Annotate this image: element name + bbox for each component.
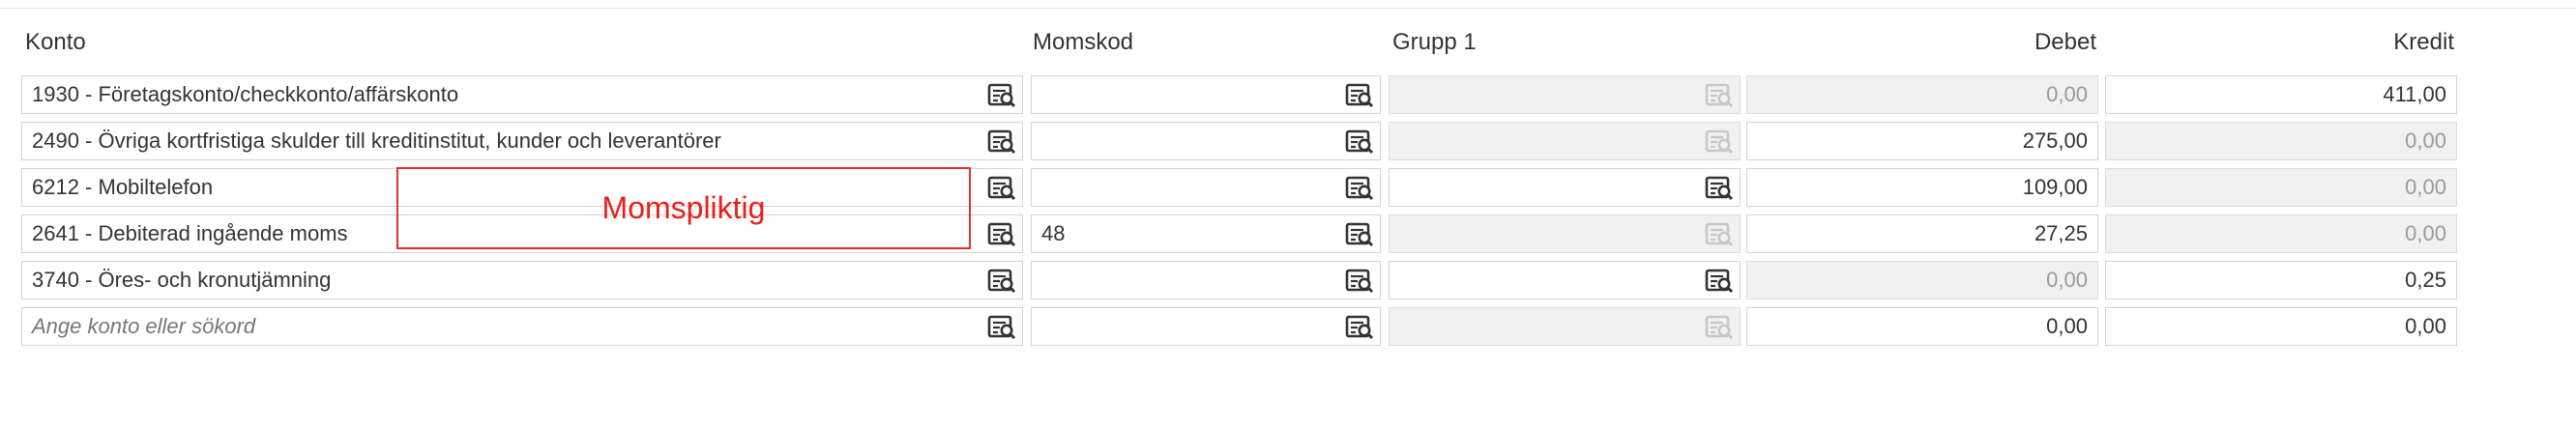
search-list-icon[interactable]: [987, 129, 1016, 155]
momskod-field[interactable]: [1031, 75, 1381, 114]
grupp1-field[interactable]: [1389, 261, 1741, 299]
konto-value: 6212 - Mobiltelefon: [32, 175, 214, 199]
debet-value: 0,00: [2046, 82, 2088, 106]
search-list-icon[interactable]: [987, 315, 1016, 340]
search-list-icon[interactable]: [1705, 269, 1734, 294]
konto-field[interactable]: 1930 - Företagskonto/checkkonto/affärsko…: [21, 75, 1023, 114]
konto-value: 2641 - Debiterad ingående moms: [32, 221, 348, 245]
konto-value: 2490 - Övriga kortfristiga skulder till …: [32, 128, 721, 153]
momskod-value: 48: [1041, 221, 1066, 245]
konto-field[interactable]: Ange konto eller sökord: [21, 307, 1023, 346]
search-list-icon[interactable]: [1345, 129, 1374, 155]
search-list-icon[interactable]: [987, 269, 1016, 294]
kredit-field[interactable]: 411,00: [2105, 75, 2457, 114]
kredit-field: 0,00: [2105, 214, 2457, 253]
debet-value: 0,00: [2046, 268, 2088, 292]
grupp1-field[interactable]: [1389, 168, 1741, 207]
search-list-icon: [1705, 222, 1734, 247]
momskod-field[interactable]: [1031, 307, 1381, 346]
search-list-icon[interactable]: [987, 176, 1016, 201]
kredit-value: 0,00: [2405, 175, 2446, 199]
table-row: Ange konto eller sökord 0,00 0,00: [0, 307, 2576, 348]
table-row: 6212 - Mobiltelefon 109,00 0,00: [0, 168, 2576, 209]
table-row: 1930 - Företagskonto/checkkonto/affärsko…: [0, 75, 2576, 116]
table-row: 2641 - Debiterad ingående moms 48 27,25 0,0…: [0, 214, 2576, 255]
konto-field[interactable]: 3740 - Öres- och kronutjämning: [21, 261, 1023, 299]
search-list-icon: [1705, 83, 1734, 108]
debet-field[interactable]: 0,00: [1746, 307, 2098, 346]
kredit-value: 411,00: [2383, 82, 2446, 106]
search-list-icon: [1705, 129, 1734, 155]
column-header-grupp1: Grupp 1: [1392, 29, 1477, 55]
kredit-field: 0,00: [2105, 122, 2457, 160]
konto-placeholder: Ange konto eller sökord: [32, 314, 256, 338]
debet-field: 0,00: [1746, 75, 2098, 114]
kredit-value: 0,25: [2405, 268, 2446, 292]
search-list-icon[interactable]: [987, 83, 1016, 108]
search-list-icon[interactable]: [1345, 222, 1374, 247]
kredit-field[interactable]: 0,25: [2105, 261, 2457, 299]
momskod-field[interactable]: 48: [1031, 214, 1381, 253]
grupp1-field: [1389, 75, 1741, 114]
grupp1-field: [1389, 122, 1741, 160]
column-header-kredit: Kredit: [2393, 29, 2454, 55]
annotation-label: Momspliktig: [601, 190, 766, 225]
debet-value: 109,00: [2022, 175, 2088, 199]
kredit-field[interactable]: 0,00: [2105, 307, 2457, 346]
debet-field[interactable]: 275,00: [1746, 122, 2098, 160]
table-row: 3740 - Öres- och kronutjämning 0,00 0,25: [0, 261, 2576, 301]
top-divider: [0, 8, 2576, 9]
grupp1-field: [1389, 214, 1741, 253]
debet-field[interactable]: 27,25: [1746, 214, 2098, 253]
momskod-field[interactable]: [1031, 168, 1381, 207]
debet-value: 275,00: [2022, 128, 2088, 153]
momskod-field[interactable]: [1031, 122, 1381, 160]
debet-field: 0,00: [1746, 261, 2098, 299]
momskod-field[interactable]: [1031, 261, 1381, 299]
table-row: 2490 - Övriga kortfristiga skulder till …: [0, 122, 2576, 162]
kredit-value: 0,00: [2405, 314, 2446, 338]
search-list-icon[interactable]: [1705, 176, 1734, 201]
konto-field[interactable]: 2490 - Övriga kortfristiga skulder till …: [21, 122, 1023, 160]
debet-value: 27,25: [2034, 221, 2088, 245]
debet-value: 0,00: [2046, 314, 2088, 338]
kredit-value: 0,00: [2405, 221, 2446, 245]
search-list-icon[interactable]: [1345, 83, 1374, 108]
konto-value: 3740 - Öres- och kronutjämning: [32, 268, 332, 292]
column-header-momskod: Momskod: [1033, 29, 1134, 55]
kredit-field: 0,00: [2105, 168, 2457, 207]
debet-field[interactable]: 109,00: [1746, 168, 2098, 207]
search-list-icon[interactable]: [987, 222, 1016, 247]
kredit-value: 0,00: [2405, 128, 2446, 153]
annotation-box: Momspliktig: [396, 167, 971, 249]
search-list-icon[interactable]: [1345, 315, 1374, 340]
search-list-icon[interactable]: [1345, 176, 1374, 201]
column-header-konto: Konto: [25, 29, 86, 55]
search-list-icon[interactable]: [1345, 269, 1374, 294]
column-header-debet: Debet: [2034, 29, 2096, 55]
search-list-icon: [1705, 315, 1734, 340]
grupp1-field: [1389, 307, 1741, 346]
konto-value: 1930 - Företagskonto/checkkonto/affärsko…: [32, 82, 459, 106]
